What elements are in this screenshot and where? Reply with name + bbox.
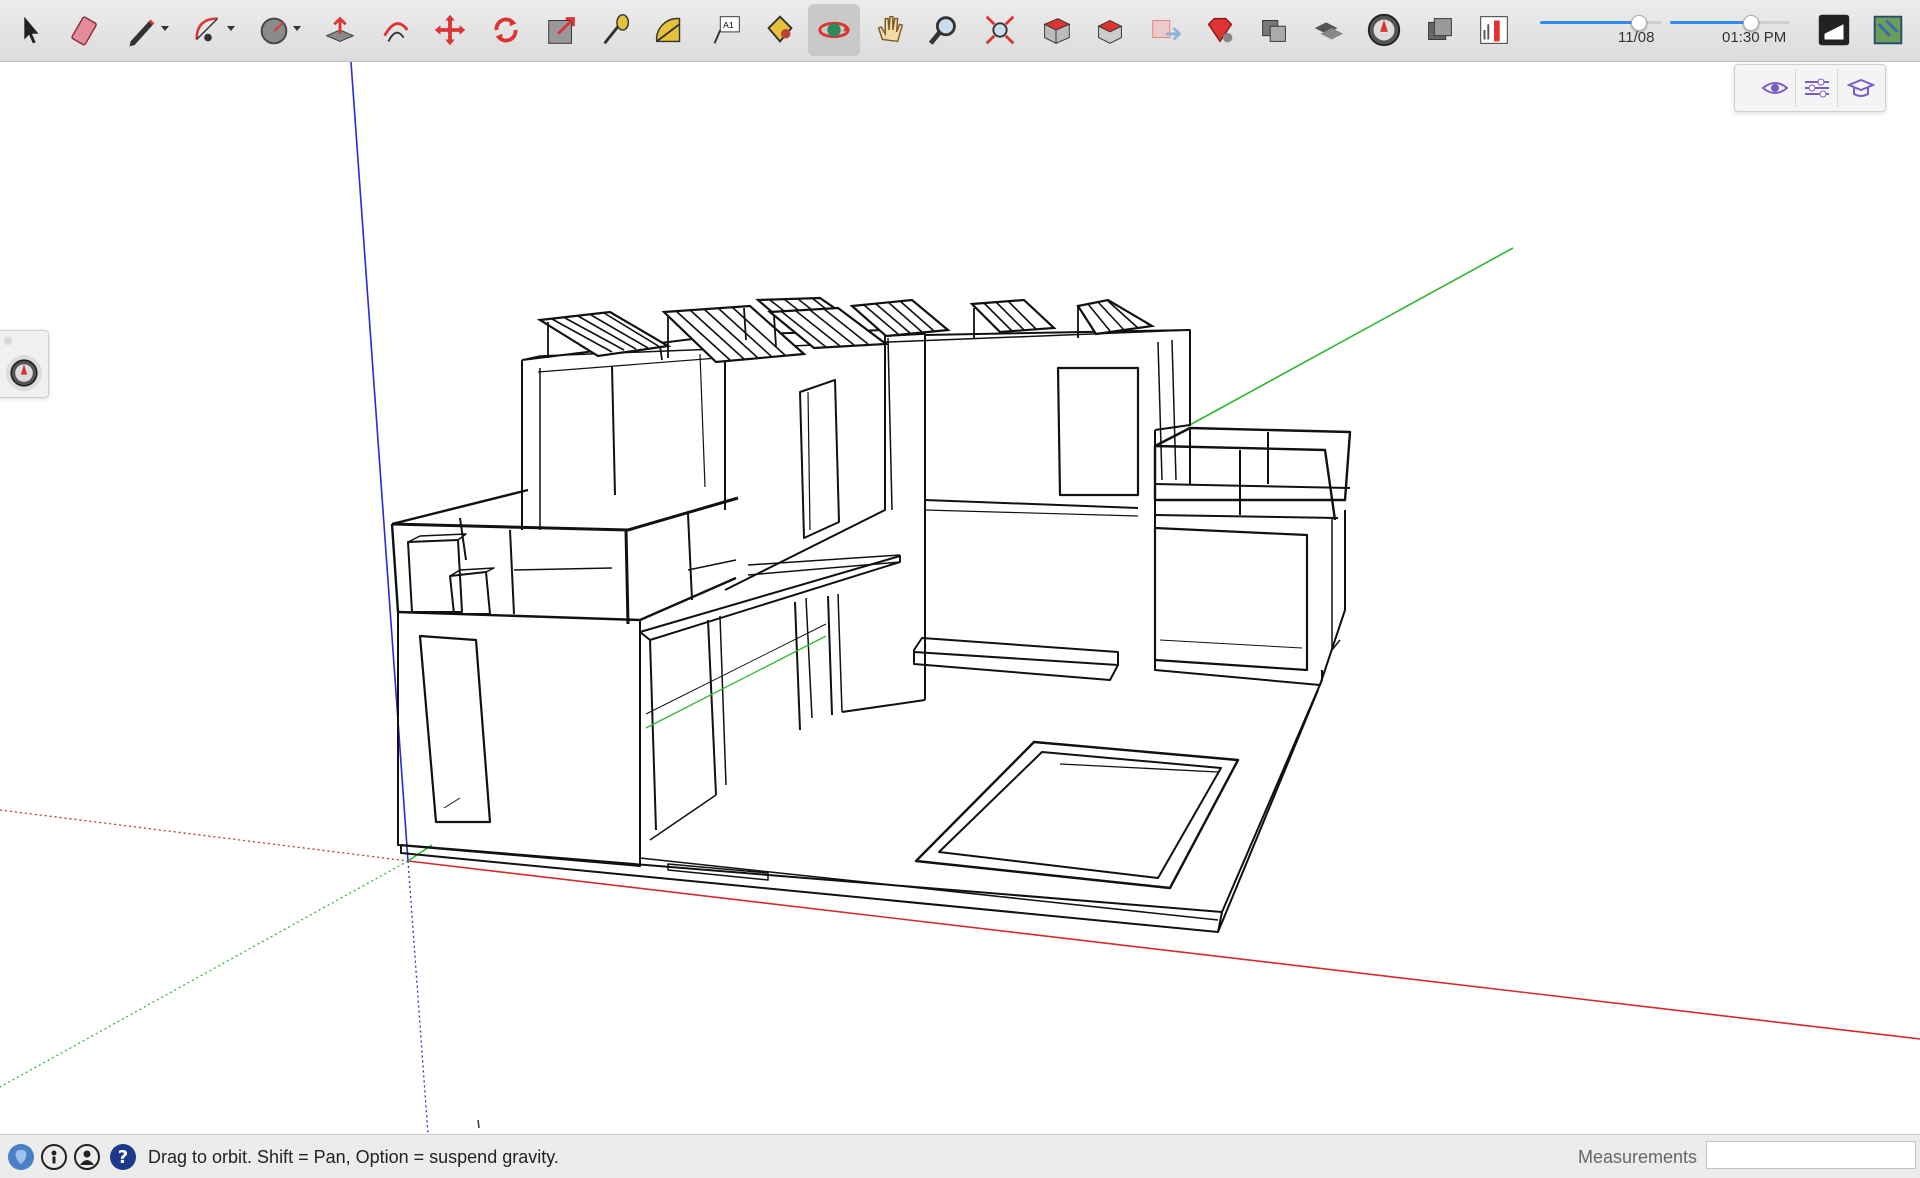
chevron-down-icon[interactable] — [161, 26, 169, 31]
blue-axis-positive — [350, 61, 409, 862]
paint-bucket-icon — [767, 15, 793, 43]
materials-icon — [1314, 22, 1344, 40]
geo-location-button[interactable] — [1358, 4, 1410, 56]
extension-warehouse-icon — [1097, 19, 1123, 44]
globe-icon — [1367, 13, 1401, 47]
magnifier-icon — [928, 16, 956, 45]
measurements-input[interactable] — [1706, 1141, 1916, 1169]
materials-button[interactable] — [1302, 4, 1354, 56]
help-question-icon: ? — [117, 1146, 129, 1168]
orbit-icon — [818, 21, 850, 39]
eraser-icon — [71, 16, 97, 46]
scale-icon — [548, 17, 575, 44]
extension-manager-button[interactable] — [1194, 4, 1246, 56]
text-tool[interactable]: A1 — [700, 4, 752, 56]
location-pin-icon — [15, 1149, 27, 1165]
chevron-down-icon[interactable] — [227, 26, 235, 31]
components-button[interactable] — [1248, 4, 1300, 56]
line-tool[interactable] — [116, 4, 169, 56]
account-status-icon[interactable] — [74, 1144, 100, 1170]
protractor-icon — [655, 17, 681, 43]
hand-icon — [877, 15, 904, 43]
arrow-cursor-icon — [24, 16, 39, 44]
tape-measure-tool[interactable] — [590, 4, 642, 56]
text-a1-icon: A1 — [713, 16, 740, 44]
paint-bucket-tool[interactable] — [754, 4, 806, 56]
green-axis-positive — [1187, 247, 1514, 427]
shape-tool[interactable] — [248, 4, 301, 56]
shadow-date-slider[interactable] — [1540, 15, 1662, 31]
rotate-tool[interactable] — [480, 4, 532, 56]
select-tool[interactable] — [4, 4, 56, 56]
instructor-status-icon[interactable]: ? — [110, 1144, 136, 1170]
scale-tool[interactable] — [536, 4, 588, 56]
house-model[interactable] — [390, 329, 1352, 933]
info-person-icon — [51, 1150, 57, 1164]
arc-tool[interactable] — [182, 4, 235, 56]
shadows-toggle-button[interactable] — [1808, 4, 1860, 56]
sandbox-button[interactable] — [1468, 4, 1520, 56]
add-location-button[interactable] — [1862, 4, 1914, 56]
move-arrows-icon — [434, 14, 466, 46]
offset-icon — [383, 22, 409, 42]
sandbox-icon — [1480, 16, 1508, 44]
move-tool[interactable] — [424, 4, 476, 56]
shadow-date-value: 11/08 — [1618, 29, 1655, 46]
zoom-extents-icon — [985, 15, 1015, 45]
tape-measure-icon — [603, 14, 630, 45]
shadow-time-slider[interactable] — [1670, 15, 1790, 31]
styles-button[interactable] — [1414, 4, 1466, 56]
shadow-box-icon — [1818, 14, 1850, 46]
components-icon — [1262, 20, 1286, 42]
eraser-tool[interactable] — [60, 4, 112, 56]
green-axis-negative — [0, 860, 409, 1088]
user-icon — [80, 1150, 94, 1165]
circle-icon — [260, 17, 288, 45]
credits-status-icon[interactable] — [41, 1144, 67, 1170]
model-viewport[interactable] — [0, 61, 1920, 1135]
svg-text:A1: A1 — [723, 20, 734, 30]
zoom-tool[interactable] — [918, 4, 970, 56]
arc-icon — [195, 17, 219, 42]
main-toolbar: A1 11/08 01:30 PM — [0, 0, 1920, 62]
shadow-date-slider-fill — [1540, 21, 1638, 24]
ruby-gem-icon — [1207, 17, 1233, 43]
status-message: Drag to orbit. Shift = Pan, Option = sus… — [148, 1147, 559, 1167]
rotate-icon — [494, 17, 518, 43]
pencil-icon — [129, 19, 155, 47]
chevron-down-icon[interactable] — [293, 26, 301, 31]
pan-tool[interactable] — [864, 4, 916, 56]
push-pull-icon — [325, 16, 355, 42]
model-canvas[interactable] — [0, 61, 1920, 1135]
3d-warehouse-button[interactable] — [1030, 4, 1082, 56]
blue-axis-negative — [407, 860, 429, 1135]
offset-tool[interactable] — [370, 4, 422, 56]
axes — [0, 61, 1920, 1135]
protractor-tool[interactable] — [644, 4, 696, 56]
warehouse-icon — [1043, 18, 1071, 45]
solar-panel[interactable] — [536, 310, 672, 361]
geo-location-status-icon[interactable] — [8, 1144, 34, 1170]
orbit-tool[interactable] — [808, 4, 860, 56]
shadow-time-value: 01:30 PM — [1722, 29, 1787, 46]
styles-icon — [1428, 18, 1452, 40]
measurements-label: Measurements — [1578, 1147, 1698, 1167]
shadow-time-slider-fill — [1670, 21, 1750, 24]
layout-icon — [1152, 20, 1182, 41]
extension-warehouse-button[interactable] — [1084, 4, 1136, 56]
push-pull-tool[interactable] — [314, 4, 366, 56]
status-bar: ? Drag to orbit. Shift = Pan, Option = s… — [0, 1134, 1920, 1178]
send-to-layout-button[interactable] — [1140, 4, 1192, 56]
map-location-icon — [1873, 15, 1903, 45]
zoom-extents-tool[interactable] — [974, 4, 1026, 56]
red-axis-negative — [0, 809, 409, 862]
